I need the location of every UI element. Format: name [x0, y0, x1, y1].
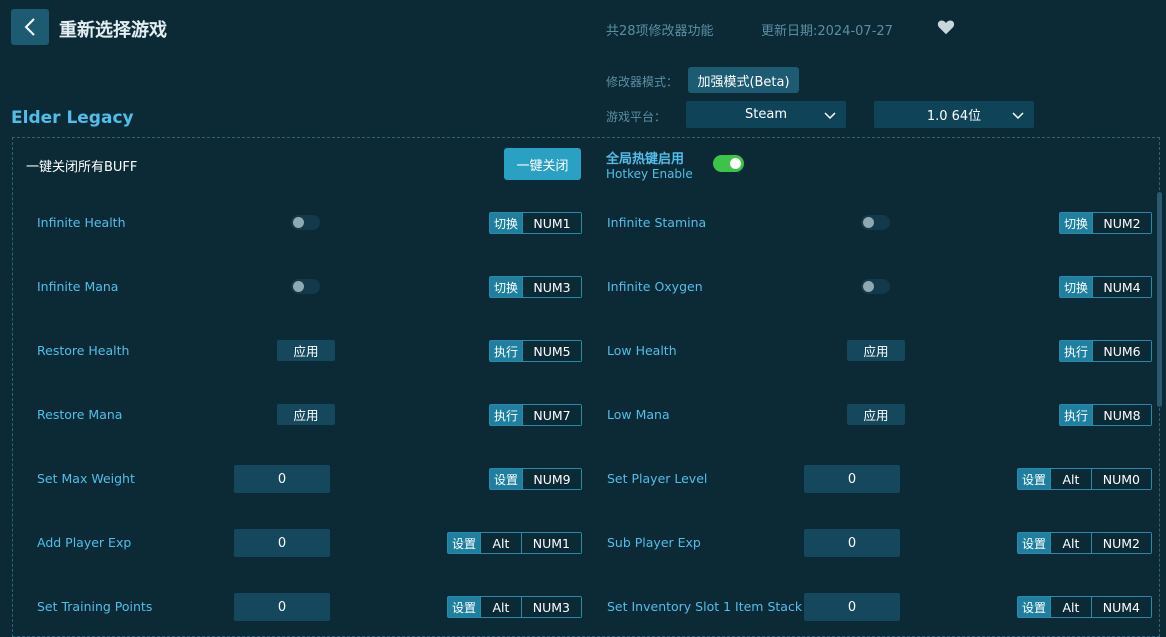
hotkey-key[interactable]: NUM3 [520, 597, 581, 617]
hotkey-key[interactable]: NUM2 [1090, 533, 1151, 553]
hotkey-key[interactable]: Alt [480, 597, 521, 617]
hotkey-action-label: 切换 [490, 213, 522, 233]
hotkey-title: 全局热键启用 [606, 152, 685, 167]
hotkey-key[interactable]: Alt [1050, 469, 1091, 489]
hotkey-action-label: 设置 [448, 597, 481, 617]
feature-label-low-health: Low Health [607, 343, 677, 358]
update-date: 更新日期:2024-07-27 [761, 24, 893, 39]
hotkey-infinite-health[interactable]: 切换 NUM1 [489, 212, 582, 234]
feature-label-set-player-level: Set Player Level [607, 471, 708, 486]
heart-icon[interactable] [937, 19, 955, 35]
apply-button-low-health[interactable]: 应用 [847, 340, 905, 361]
apply-button-restore-health[interactable]: 应用 [277, 340, 335, 361]
feature-label-infinite-stamina: Infinite Stamina [607, 215, 707, 230]
feature-toggle-infinite-health[interactable] [291, 215, 320, 230]
back-button[interactable] [11, 9, 49, 45]
value-input-set-player-level[interactable] [804, 465, 900, 493]
value-input-set-inventory-slot-1-item-stack[interactable] [804, 593, 900, 621]
version-select-value: 1.0 64位 [926, 109, 982, 124]
hotkey-action-label: 执行 [490, 341, 522, 361]
hotkey-set-training-points[interactable]: 设置 Alt NUM3 [447, 596, 582, 618]
hotkey-action-label: 设置 [1018, 597, 1051, 617]
chevron-down-icon [824, 112, 836, 120]
platform-select-value: Steam [745, 107, 787, 122]
feature-label-infinite-mana: Infinite Mana [37, 279, 119, 294]
hotkey-set-inventory-slot-1-item-stack[interactable]: 设置 Alt NUM4 [1017, 596, 1152, 618]
feature-label-infinite-health: Infinite Health [37, 215, 126, 230]
hotkey-key[interactable]: Alt [1050, 533, 1091, 553]
hotkey-key[interactable]: NUM2 [1091, 213, 1151, 233]
page-title: 重新选择游戏 [59, 20, 167, 41]
hotkey-add-player-exp[interactable]: 设置 Alt NUM1 [447, 532, 582, 554]
feature-toggle-infinite-stamina[interactable] [861, 215, 890, 230]
value-input-add-player-exp[interactable] [234, 529, 330, 557]
hotkey-set-player-level[interactable]: 设置 Alt NUM0 [1017, 468, 1152, 490]
platform-label: 游戏平台： [606, 110, 667, 124]
hotkey-action-label: 设置 [1018, 469, 1051, 489]
hotkey-key[interactable]: Alt [480, 533, 521, 553]
hotkey-restore-mana[interactable]: 执行 NUM7 [489, 404, 582, 426]
value-input-sub-player-exp[interactable] [804, 529, 900, 557]
feature-label-restore-mana: Restore Mana [37, 407, 123, 422]
hotkey-key[interactable]: NUM9 [521, 469, 581, 489]
hotkey-key[interactable]: NUM4 [1091, 277, 1151, 297]
hotkey-key[interactable]: NUM1 [521, 213, 581, 233]
feature-label-infinite-oxygen: Infinite Oxygen [607, 279, 703, 294]
hotkey-action-label: 切换 [490, 277, 522, 297]
platform-select[interactable]: Steam [686, 101, 846, 128]
feature-label-set-max-weight: Set Max Weight [37, 471, 135, 486]
feature-label-set-inventory-slot-1-item-stack: Set Inventory Slot 1 Item Stack [607, 599, 803, 614]
hotkey-low-mana[interactable]: 执行 NUM8 [1059, 404, 1152, 426]
feature-label-restore-health: Restore Health [37, 343, 130, 358]
features-panel [12, 137, 1160, 637]
hotkey-action-label: 设置 [490, 469, 522, 489]
hotkey-key[interactable]: NUM8 [1091, 405, 1151, 425]
hotkey-key[interactable]: NUM3 [521, 277, 581, 297]
value-input-set-training-points[interactable] [234, 593, 330, 621]
hotkey-action-label: 切换 [1060, 277, 1092, 297]
hotkey-key[interactable]: NUM0 [1090, 469, 1151, 489]
hotkey-infinite-mana[interactable]: 切换 NUM3 [489, 276, 582, 298]
hotkey-action-label: 执行 [490, 405, 522, 425]
hotkey-action-label: 设置 [448, 533, 481, 553]
feature-label-add-player-exp: Add Player Exp [37, 535, 132, 550]
buff-title: 一键关闭所有BUFF [26, 160, 138, 175]
hotkey-infinite-oxygen[interactable]: 切换 NUM4 [1059, 276, 1152, 298]
hotkey-action-label: 执行 [1060, 341, 1092, 361]
hotkey-action-label: 设置 [1018, 533, 1051, 553]
feature-label-set-training-points: Set Training Points [37, 599, 153, 614]
feature-count: 共28项修改器功能 [606, 24, 714, 39]
hotkey-enable-toggle[interactable] [713, 155, 744, 172]
apply-button-restore-mana[interactable]: 应用 [277, 404, 335, 425]
close-all-button[interactable]: 一键关闭 [504, 148, 581, 180]
hotkey-key[interactable]: NUM1 [520, 533, 581, 553]
feature-toggle-infinite-mana[interactable] [291, 279, 320, 294]
version-select[interactable]: 1.0 64位 [874, 101, 1034, 128]
feature-label-sub-player-exp: Sub Player Exp [607, 535, 701, 550]
mode-badge[interactable]: 加强模式(Beta) [688, 67, 799, 93]
scrollbar[interactable] [1157, 192, 1162, 407]
hotkey-low-health[interactable]: 执行 NUM6 [1059, 340, 1152, 362]
hotkey-subtitle: Hotkey Enable [606, 167, 693, 181]
game-name: Elder Legacy [11, 108, 134, 128]
feature-toggle-infinite-oxygen[interactable] [861, 279, 890, 294]
hotkey-key[interactable]: NUM6 [1091, 341, 1151, 361]
hotkey-key[interactable]: NUM7 [521, 405, 581, 425]
hotkey-action-label: 执行 [1060, 405, 1092, 425]
hotkey-key[interactable]: NUM5 [521, 341, 581, 361]
hotkey-infinite-stamina[interactable]: 切换 NUM2 [1059, 212, 1152, 234]
chevron-left-icon [24, 18, 35, 36]
value-input-set-max-weight[interactable] [234, 465, 330, 493]
chevron-down-icon [1012, 112, 1024, 120]
hotkey-key[interactable]: Alt [1050, 597, 1091, 617]
feature-label-low-mana: Low Mana [607, 407, 670, 422]
hotkey-action-label: 切换 [1060, 213, 1092, 233]
hotkey-set-max-weight[interactable]: 设置 NUM9 [489, 468, 582, 490]
hotkey-key[interactable]: NUM4 [1090, 597, 1151, 617]
mode-label: 修改器模式： [606, 75, 679, 89]
hotkey-sub-player-exp[interactable]: 设置 Alt NUM2 [1017, 532, 1152, 554]
apply-button-low-mana[interactable]: 应用 [847, 404, 905, 425]
hotkey-restore-health[interactable]: 执行 NUM5 [489, 340, 582, 362]
